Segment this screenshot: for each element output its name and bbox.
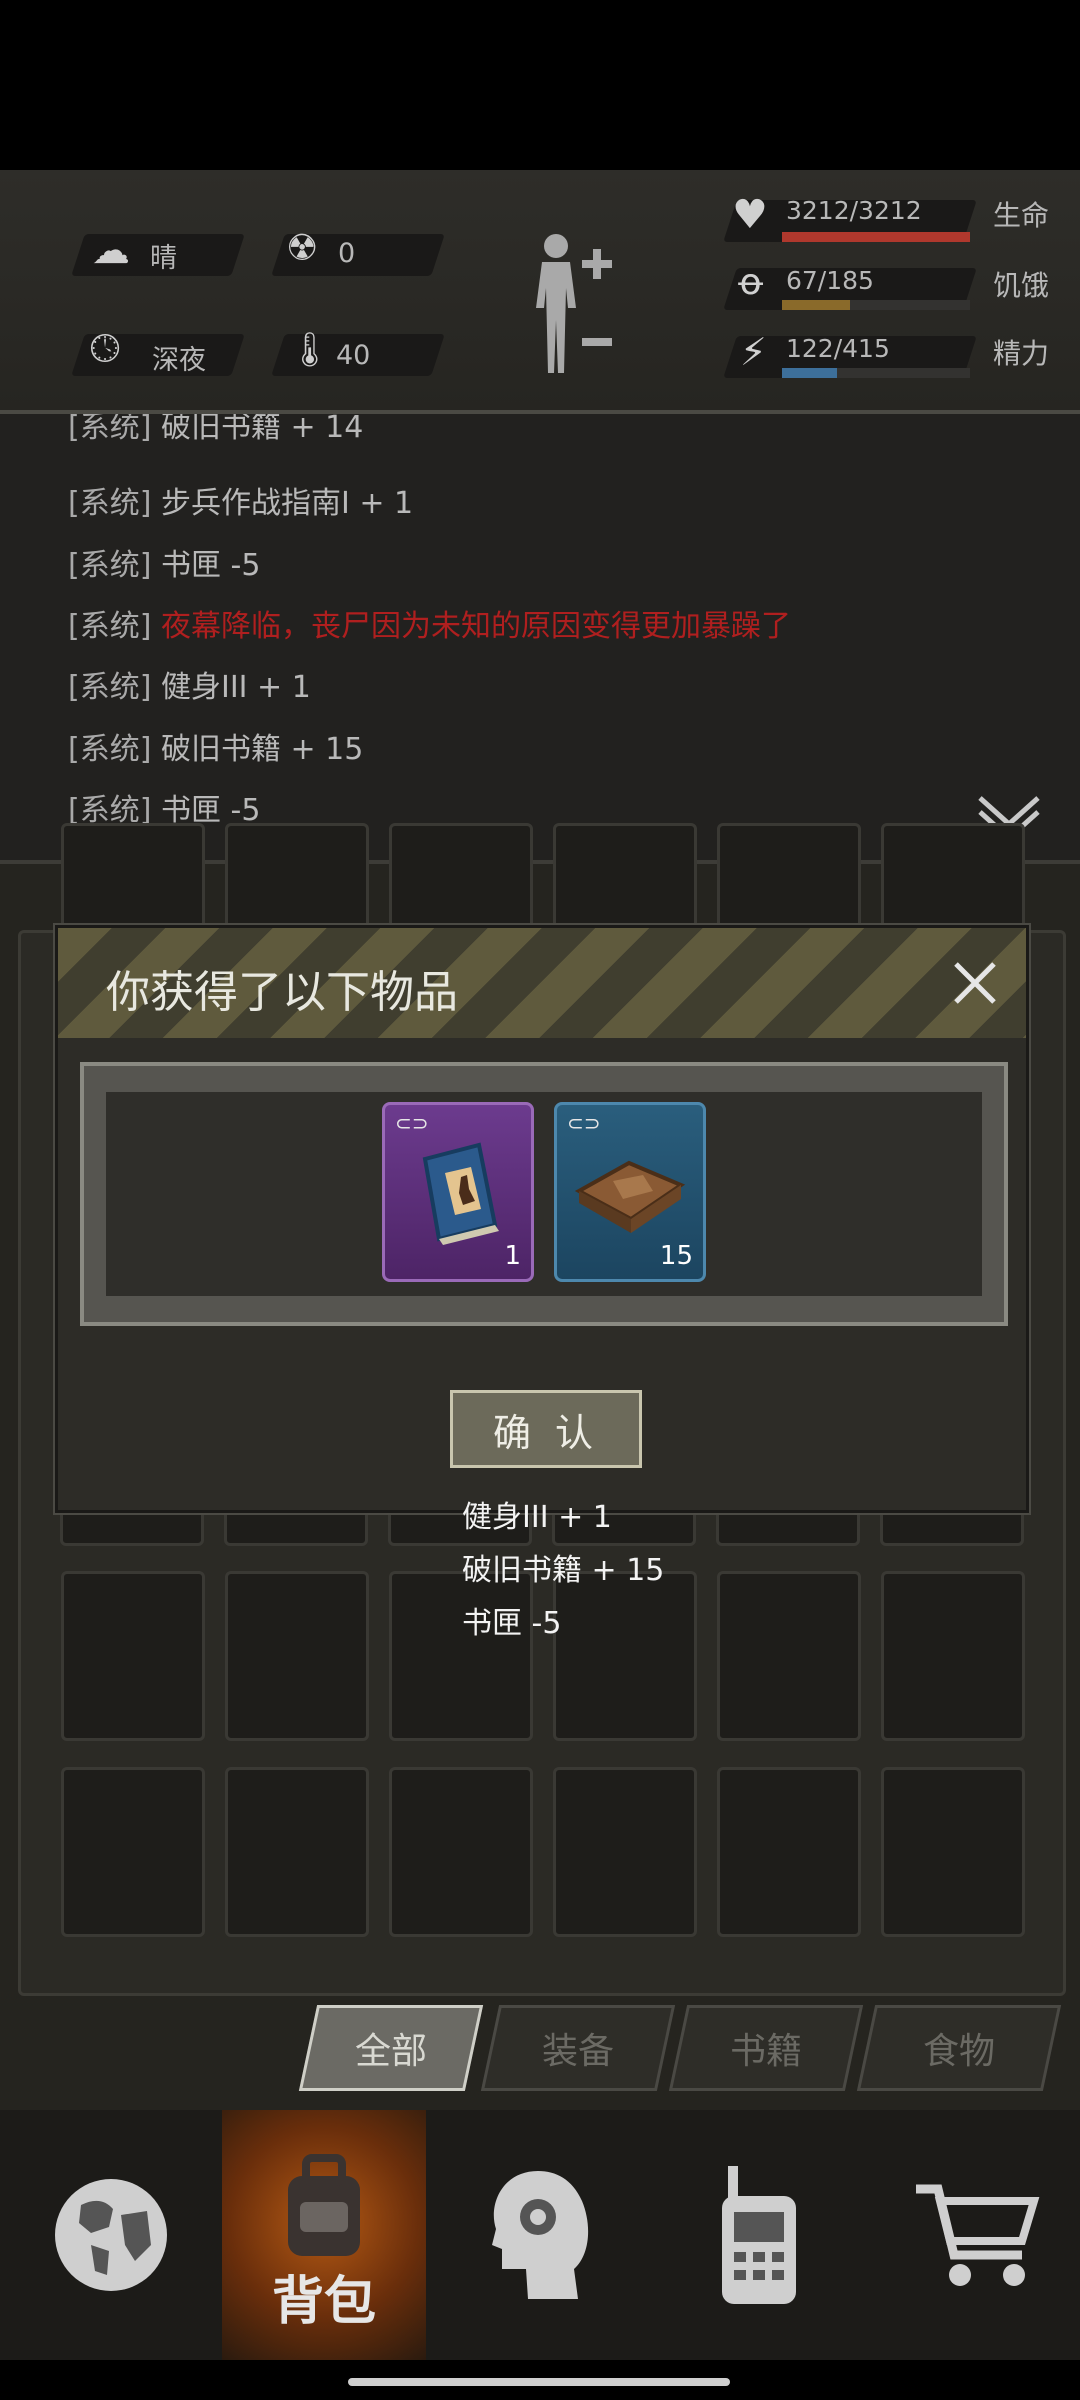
bottom-nav: 背包: [0, 2110, 1080, 2360]
inventory-slot[interactable]: [61, 1767, 205, 1937]
inventory-slot[interactable]: [881, 1767, 1025, 1937]
dialog-title: 你获得了以下物品: [106, 967, 458, 1018]
nav-world[interactable]: [0, 2110, 222, 2360]
inventory-slot[interactable]: [717, 1767, 861, 1937]
nav-radio[interactable]: [648, 2110, 870, 2360]
energy-bar-fill: [782, 368, 837, 378]
thermometer-icon: 🌡︎: [288, 330, 332, 370]
log-line: [系统] 书匣 -5: [68, 548, 261, 583]
nav-backpack[interactable]: 背包: [222, 2110, 426, 2360]
old-books-icon: [574, 1160, 686, 1233]
log-line: [系统] 步兵作战指南Ⅰ + 1: [68, 486, 414, 521]
inventory-slot[interactable]: [225, 1571, 369, 1741]
float-message: 书匣 -5: [462, 1606, 562, 1641]
nav-shop[interactable]: [870, 2110, 1080, 2360]
energy-bar: [782, 368, 970, 378]
inventory-slot[interactable]: [717, 1571, 861, 1741]
inventory-slot[interactable]: [61, 1571, 205, 1741]
hunger-bar: [782, 300, 970, 310]
reward-item-skill-book[interactable]: ⊂⊃ 1: [382, 1102, 534, 1282]
time-of-day: 深夜: [152, 345, 206, 376]
log-line: [系统] 破旧书籍 + 14: [68, 414, 364, 445]
tab-equipment[interactable]: 装备: [480, 2005, 676, 2091]
heart-icon: ♥: [732, 192, 768, 238]
hunger-bar-fill: [782, 300, 850, 310]
tab-food[interactable]: 食物: [856, 2005, 1062, 2091]
energy-value: 122/415: [786, 334, 890, 363]
clock-icon: 🕓︎: [90, 326, 121, 370]
body-status-icon[interactable]: [520, 228, 620, 378]
message-log[interactable]: [系统] 破旧书籍 + 14 [系统] 步兵作战指南Ⅰ + 1 [系统] 书匣 …: [0, 414, 1080, 864]
health-bar: [782, 232, 970, 242]
log-line: [系统] 健身III + 1: [68, 670, 311, 705]
item-quantity: 1: [504, 1241, 521, 1271]
radio-icon: [722, 2166, 796, 2304]
hunger-label: 饥饿: [993, 269, 1050, 302]
tab-all[interactable]: 全部: [298, 2005, 484, 2091]
tab-books[interactable]: 书籍: [668, 2005, 864, 2091]
radiation-icon: ☢: [286, 228, 319, 269]
globe-icon: [55, 2179, 167, 2291]
log-line: [系统] 夜幕降临，丧尸因为未知的原因变得更加暴躁了: [68, 609, 791, 644]
inventory-slot[interactable]: [389, 1571, 533, 1741]
float-message: 健身III + 1: [462, 1500, 612, 1535]
nav-backpack-label: 背包: [272, 2272, 377, 2332]
item-quantity: 15: [659, 1241, 693, 1271]
link-icon: ⊂⊃: [395, 1111, 429, 1135]
reward-dialog: 你获得了以下物品 ⊂⊃ 1 ⊂⊃ 15 确 认: [55, 925, 1029, 1513]
nav-skills[interactable]: [426, 2110, 648, 2360]
stats-panel: ☁ 晴 ☢ 0 🕓︎ 深夜 🌡︎ 40 ♥ 3212/3212 生命 ꝋ 67/…: [0, 170, 1080, 414]
float-message: 破旧书籍 + 15: [462, 1553, 665, 1588]
temperature-value: 40: [336, 340, 371, 371]
health-value: 3212/3212: [786, 196, 922, 225]
hunger-value: 67/185: [786, 266, 874, 295]
head-gear-icon: [492, 2171, 589, 2299]
energy-label: 精力: [993, 337, 1050, 370]
inventory-tabs: 全部 装备 书籍 食物: [298, 2005, 1070, 2091]
reward-item-old-books[interactable]: ⊂⊃ 15: [554, 1102, 706, 1282]
reward-items-frame: ⊂⊃ 1 ⊂⊃ 15: [80, 1062, 1008, 1326]
cart-icon: [916, 2184, 1040, 2286]
reward-items-area: ⊂⊃ 1 ⊂⊃ 15: [106, 1092, 982, 1296]
backpack-icon: [288, 2154, 360, 2256]
health-label: 生命: [993, 199, 1050, 232]
inventory-slot[interactable]: [553, 1571, 697, 1741]
inventory-slot[interactable]: [389, 1767, 533, 1937]
cloud-sun-icon: ☁: [92, 228, 130, 272]
inventory-slot[interactable]: [881, 1571, 1025, 1741]
weather-text: 晴: [150, 243, 177, 274]
close-icon[interactable]: [950, 958, 1000, 1008]
stomach-icon: ꝋ: [738, 262, 764, 303]
confirm-button[interactable]: 确 认: [450, 1390, 642, 1468]
health-bar-fill: [782, 232, 970, 242]
radiation-value: 0: [338, 238, 356, 269]
inventory-slot[interactable]: [225, 1767, 369, 1937]
inventory-slot[interactable]: [553, 1767, 697, 1937]
home-indicator[interactable]: [348, 2378, 730, 2386]
skill-book-icon: [422, 1142, 499, 1245]
link-icon: ⊂⊃: [567, 1111, 601, 1135]
lightning-icon: ⚡︎: [740, 330, 767, 374]
status-bar: [0, 0, 1080, 170]
log-line: [系统] 破旧书籍 + 15: [68, 732, 364, 767]
